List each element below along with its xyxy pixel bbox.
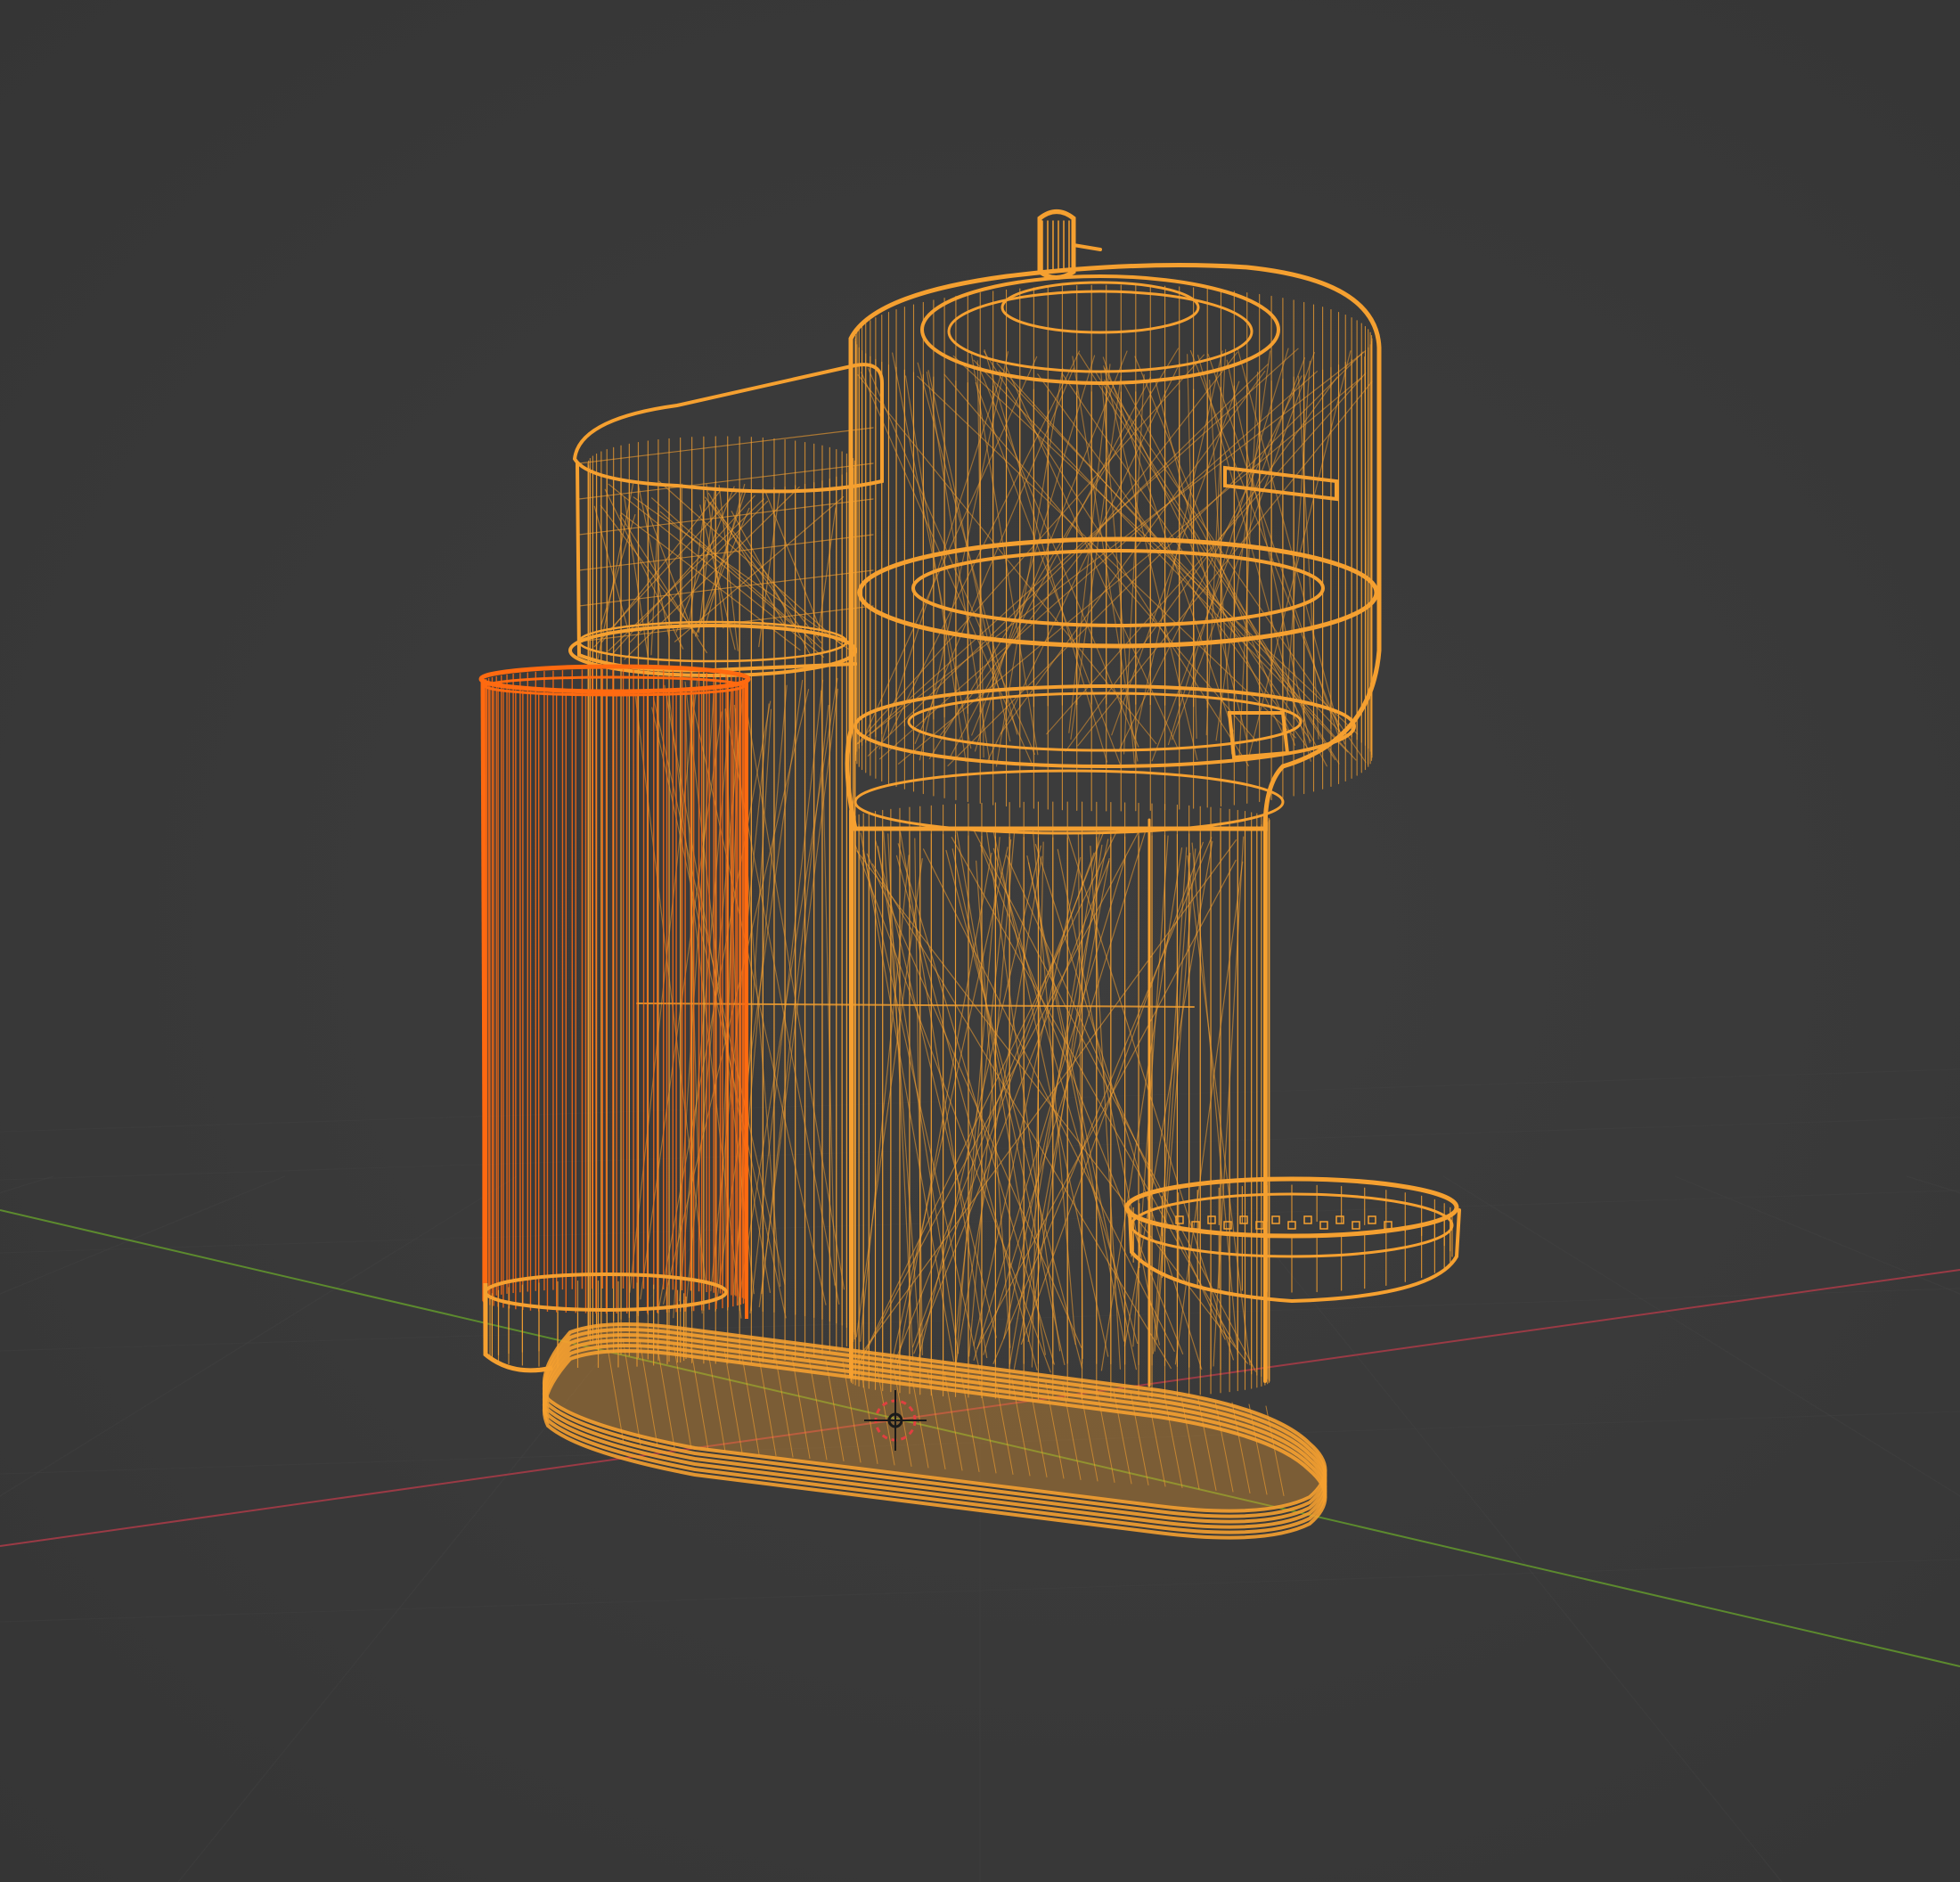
base-tray-mesh[interactable] xyxy=(542,1322,1327,1540)
head-unit-mesh[interactable] xyxy=(845,263,1382,835)
scene-canvas[interactable] xyxy=(0,0,1960,1882)
3d-viewport[interactable] xyxy=(0,0,1960,1882)
